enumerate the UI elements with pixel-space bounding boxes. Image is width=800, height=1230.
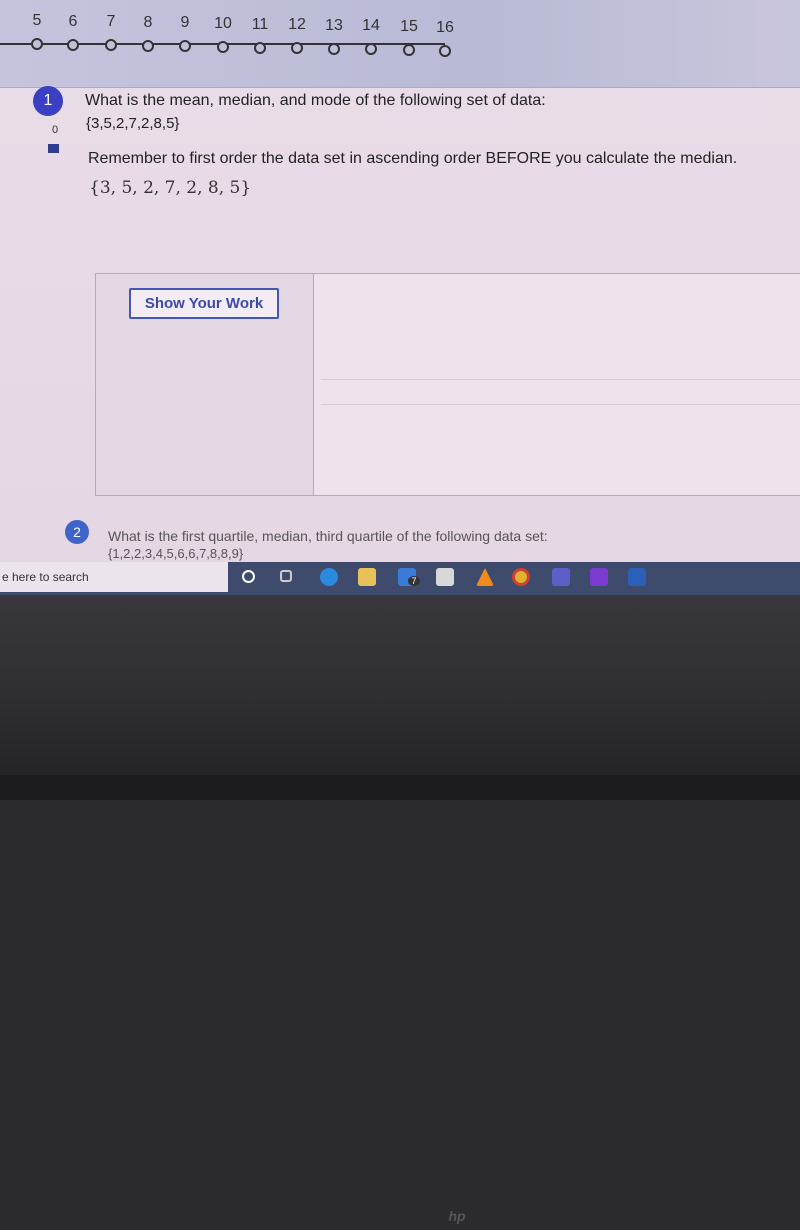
nav-number[interactable]: 9	[173, 14, 197, 32]
file-explorer-icon[interactable]	[358, 568, 376, 586]
taskbar: e here to search 7	[0, 562, 800, 595]
nav-number[interactable]: 11	[248, 16, 272, 34]
edge-icon[interactable]	[320, 568, 338, 586]
nav-question-dot[interactable]	[142, 39, 154, 52]
nav-question-dot[interactable]	[291, 42, 303, 55]
nav-question-dot[interactable]	[328, 42, 340, 55]
chrome-icon[interactable]	[512, 568, 530, 586]
divider	[321, 379, 800, 380]
mail-icon[interactable]: 7	[398, 568, 420, 586]
nav-number[interactable]: 16	[433, 19, 457, 37]
question-navigator: 5 6 7 8 9 10 11 12 13 14 15 16	[0, 0, 800, 88]
nav-question-dot[interactable]	[105, 39, 117, 52]
nav-number[interactable]: 8	[136, 14, 160, 32]
question-2-text: What is the first quartile, median, thir…	[108, 528, 548, 544]
work-sidebar: Show Your Work	[96, 274, 314, 495]
nav-question-dot[interactable]	[217, 41, 229, 53]
nav-question-dot[interactable]	[254, 41, 266, 54]
nav-number[interactable]: 10	[211, 15, 235, 33]
mail-badge: 7	[408, 576, 420, 586]
question-1-math: {3, 5, 2, 7, 2, 8, 5}	[89, 178, 252, 198]
work-area[interactable]: Show Your Work	[95, 273, 800, 496]
question-1-score: 0	[52, 124, 59, 136]
nav-question-dot[interactable]	[179, 40, 191, 53]
taskbar-search-input[interactable]: e here to search	[0, 562, 228, 592]
nav-question-dot[interactable]	[439, 44, 451, 57]
show-your-work-button[interactable]: Show Your Work	[129, 288, 279, 319]
keyboard-function-row	[0, 775, 800, 800]
question-2-badge[interactable]: 2	[65, 520, 89, 544]
vlc-icon[interactable]	[476, 568, 494, 586]
nav-number[interactable]: 13	[322, 17, 346, 35]
question-1-text: What is the mean, median, and mode of th…	[85, 92, 546, 109]
question-1-hint: Remember to first order the data set in …	[88, 150, 738, 167]
nav-number[interactable]: 14	[359, 17, 383, 35]
nav-number[interactable]: 5	[25, 12, 49, 30]
screen: 5 6 7 8 9 10 11 12 13 14 15 16 1 0 What is the mean…	[0, 0, 800, 595]
question-2-set: {1,2,2,3,4,5,6,6,7,8,8,9}	[108, 546, 244, 561]
cortana-icon[interactable]	[242, 570, 255, 583]
question-1-set: {3,5,2,7,2,8,5}	[86, 115, 180, 132]
nav-number[interactable]: 15	[397, 18, 421, 36]
divider	[321, 404, 800, 405]
nav-question-dot[interactable]	[403, 44, 415, 56]
question-1-badge[interactable]: 1	[33, 86, 63, 116]
laptop-bezel: hp	[0, 595, 800, 1224]
nav-question-dot[interactable]	[31, 38, 43, 50]
nav-question-dot[interactable]	[365, 43, 377, 56]
comment-icon[interactable]	[48, 144, 59, 153]
word-icon[interactable]	[628, 568, 646, 586]
twitch-icon[interactable]	[590, 568, 608, 586]
nav-number[interactable]: 6	[61, 13, 85, 31]
teams-icon[interactable]	[552, 568, 570, 586]
store-icon[interactable]	[436, 568, 454, 586]
task-view-icon[interactable]	[280, 570, 292, 582]
hp-logo: hp	[448, 1208, 466, 1224]
nav-question-dot[interactable]	[67, 38, 79, 51]
nav-number[interactable]: 12	[285, 16, 309, 34]
nav-number[interactable]: 7	[99, 13, 123, 31]
